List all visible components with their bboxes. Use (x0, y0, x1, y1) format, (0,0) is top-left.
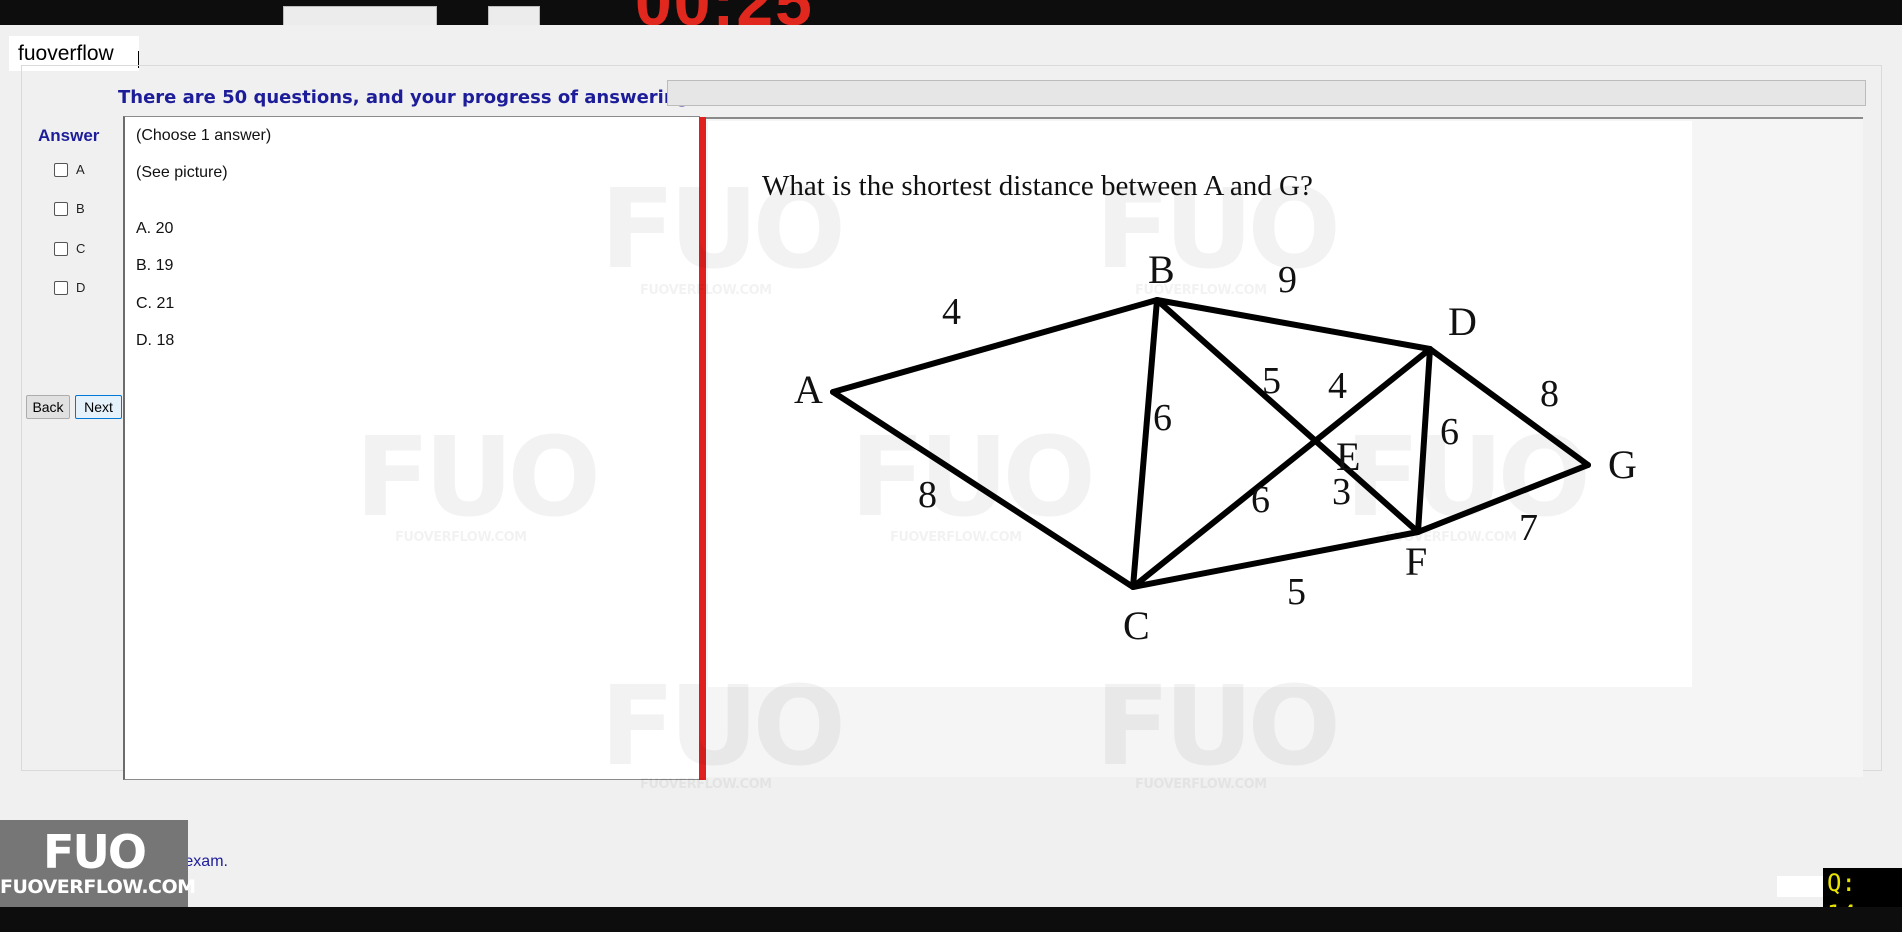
node-label: C (1123, 603, 1150, 648)
node-label: A (794, 367, 823, 412)
weight-label: 6 (1251, 479, 1270, 521)
checkbox[interactable] (54, 162, 68, 177)
choice-c: C. 21 (136, 295, 175, 312)
checkbox[interactable] (54, 201, 68, 216)
node-label: B (1148, 247, 1175, 292)
answer-option-label: C (76, 241, 86, 256)
weight-label: 6 (1153, 397, 1172, 439)
weight-label: 4 (1328, 365, 1347, 407)
answer-option-c[interactable]: C (54, 241, 85, 256)
question-hint: (See picture) (136, 164, 228, 181)
answer-option-b[interactable]: B (54, 201, 85, 216)
answer-option-a[interactable]: A (54, 162, 85, 177)
edge-c-f (1130, 529, 1421, 590)
node-label: G (1608, 442, 1637, 487)
weight-label: 5 (1287, 571, 1306, 613)
weight-label: 9 (1278, 259, 1297, 301)
logo-text: FUOVERFLOW.COM (0, 876, 196, 898)
weight-label: 8 (1540, 373, 1559, 415)
figure-question-text: What is the shortest distance between A … (762, 170, 1313, 202)
answer-option-label: B (76, 201, 85, 216)
answer-title: Answer (38, 126, 100, 145)
question-instruction: (Choose 1 answer) (136, 127, 272, 144)
weight-label: 4 (942, 291, 961, 333)
back-button[interactable]: Back (26, 395, 70, 419)
status-field (1777, 876, 1825, 897)
weight-label: 7 (1519, 507, 1538, 549)
checkbox[interactable] (54, 280, 68, 295)
edge-d-f (1415, 346, 1433, 535)
countdown-timer: 00:25 (635, 0, 814, 25)
choice-d: D. 18 (136, 332, 175, 349)
edge-c-d (1130, 346, 1433, 590)
edge-b-d (1154, 297, 1433, 352)
answer-option-d[interactable]: D (54, 280, 85, 295)
weight-label: 5 (1262, 360, 1281, 402)
weight-label: 3 (1332, 471, 1351, 513)
bottom-bar (0, 907, 1902, 932)
question-image: What is the shortest distance between A … (708, 121, 1692, 687)
edge-b-f (1154, 297, 1421, 535)
progress-label: There are 50 questions, and your progres… (118, 87, 713, 108)
choice-a: A. 20 (136, 220, 174, 237)
question-text-panel: (Choose 1 answer) (See picture) A. 20 B.… (123, 116, 700, 780)
weight-label: 8 (918, 474, 937, 516)
node-label: F (1405, 539, 1427, 584)
edge-a-c (830, 389, 1136, 590)
choice-b: B. 19 (136, 257, 174, 274)
edge-b-c (1130, 297, 1160, 590)
node-label: D (1448, 299, 1477, 344)
checkbox[interactable] (54, 241, 68, 256)
progress-bar (667, 80, 1866, 106)
question-number-indicator: Q: 14 (1823, 868, 1902, 907)
top-small-control[interactable] (488, 6, 540, 25)
top-bar: 00:25 (0, 0, 1902, 25)
edge-a-b (830, 297, 1160, 395)
panel-splitter[interactable] (699, 117, 706, 780)
answer-option-label: D (76, 280, 86, 295)
weight-label: 6 (1440, 411, 1459, 453)
logo-mark: FUO (43, 825, 147, 879)
watermark: FUOVERFLOW.COM (1135, 777, 1267, 792)
answer-option-label: A (76, 162, 85, 177)
next-button[interactable]: Next (75, 395, 122, 419)
fuoverflow-logo: FUO FUOVERFLOW.COM (0, 820, 196, 907)
edge-f-g (1415, 462, 1591, 535)
question-image-panel: What is the shortest distance between A … (706, 117, 1863, 777)
top-dropdown[interactable] (283, 6, 437, 25)
exam-window: fuoverflow There are 50 questions, and y… (0, 25, 1902, 907)
graph-figure: What is the shortest distance between A … (762, 170, 1637, 648)
